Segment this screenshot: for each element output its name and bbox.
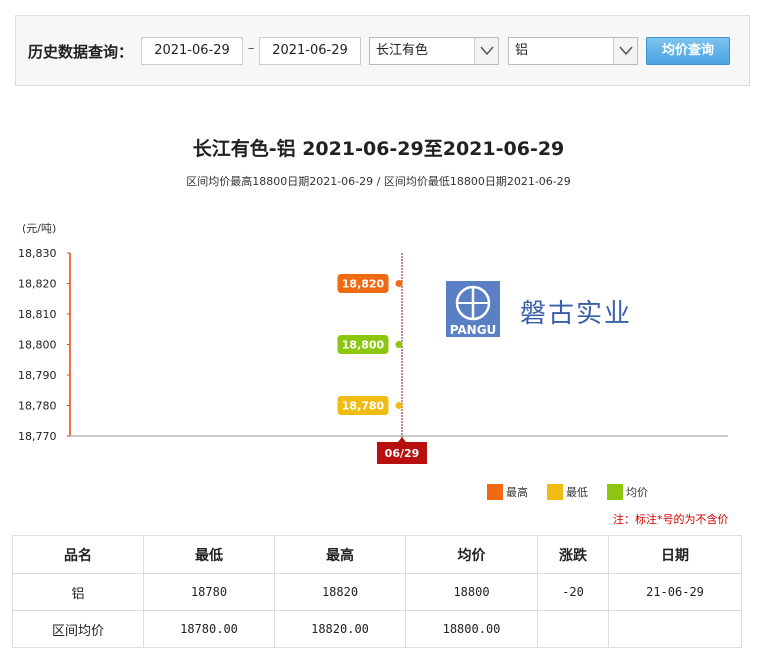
- legend-swatch: [607, 484, 623, 500]
- column-header: 日期: [608, 535, 742, 574]
- table-cell: [608, 610, 742, 648]
- table-cell: 18780: [143, 573, 275, 611]
- table-row: 铝 18780 18820 18800 -20 21-06-29: [12, 573, 742, 611]
- pangu-logo-icon: PANGU: [446, 281, 500, 337]
- table-cell: 18780.00: [143, 610, 275, 648]
- y-tick-label: 18,820: [18, 278, 57, 291]
- table-cell: 铝: [12, 573, 144, 611]
- price-chart: (元/吨) 18,770 18,780 18,790 18,800 18,810 18,82…: [18, 222, 728, 464]
- data-label: 18,820: [342, 278, 385, 291]
- query-bar: 历史数据查询： 2021-06-29 – 2021-06-29 长江有色 铝 均…: [15, 15, 750, 86]
- legend-item-high[interactable]: 最高: [487, 484, 528, 502]
- chart-subtitle: 区间均价最高18800日期2021-06-29 / 区间均价最低18800日期2…: [186, 175, 571, 188]
- data-point-0: [395, 280, 403, 287]
- table-cell: 18820.00: [274, 610, 406, 648]
- price-table: 品名 最低 最高 均价 涨跌 日期 铝 18780 18820 18800 -2…: [12, 535, 742, 648]
- data-label: 18,800: [342, 339, 385, 352]
- table-cell: 18800: [405, 573, 538, 611]
- table-cell: 21-06-29: [608, 573, 742, 611]
- legend-swatch: [547, 484, 563, 500]
- legend-swatch: [487, 484, 503, 500]
- x-category-pointer: [398, 437, 406, 442]
- y-tick-label: 18,810: [18, 308, 57, 321]
- average-price-query-button[interactable]: 均价查询: [646, 37, 730, 65]
- company-name: 磐古实业: [520, 299, 633, 329]
- logo-text: PANGU: [450, 323, 497, 337]
- footnote: 注：标注*号的为不含价: [613, 513, 729, 526]
- table-cell: 18800.00: [405, 610, 538, 648]
- chart-title: 长江有色-铝 2021-06-29至2021-06-29: [192, 138, 565, 160]
- column-header: 涨跌: [537, 535, 609, 574]
- y-tick-label: 18,780: [18, 400, 57, 413]
- end-date-input[interactable]: 2021-06-29: [259, 37, 361, 65]
- column-header: 品名: [12, 535, 144, 574]
- chevron-down-icon: [613, 38, 637, 64]
- query-label: 历史数据查询：: [28, 43, 134, 61]
- y-tick-label: 18,830: [18, 247, 57, 260]
- y-tick-label: 18,800: [18, 339, 57, 352]
- legend-item-average[interactable]: 均价: [607, 484, 648, 502]
- x-tick-label: 06/29: [385, 447, 420, 460]
- y-tick-label: 18,770: [18, 430, 57, 443]
- date-separator: –: [248, 41, 255, 56]
- start-date-input[interactable]: 2021-06-29: [141, 37, 243, 65]
- table-row: 区间均价 18780.00 18820.00 18800.00: [12, 610, 742, 648]
- table-cell: -20: [537, 573, 609, 611]
- legend-item-low[interactable]: 最低: [547, 484, 588, 502]
- y-tick-label: 18,790: [18, 369, 57, 382]
- metal-select[interactable]: 铝: [508, 37, 638, 65]
- data-label: 18,780: [342, 400, 385, 413]
- column-header: 最低: [143, 535, 275, 574]
- data-point-2: [395, 341, 403, 348]
- data-point-1: [395, 402, 403, 409]
- column-header: 最高: [274, 535, 406, 574]
- table-header-row: 品名 最低 最高 均价 涨跌 日期: [12, 535, 742, 574]
- table-cell: 区间均价: [12, 610, 144, 648]
- metal-select-value: 铝: [515, 43, 529, 58]
- table-cell: 18820: [274, 573, 406, 611]
- column-header: 均价: [405, 535, 538, 574]
- market-select-value: 长江有色: [376, 43, 429, 58]
- chevron-down-icon: [474, 38, 498, 64]
- table-cell: [537, 610, 609, 648]
- market-select[interactable]: 长江有色: [369, 37, 499, 65]
- y-axis-unit: (元/吨): [22, 222, 56, 235]
